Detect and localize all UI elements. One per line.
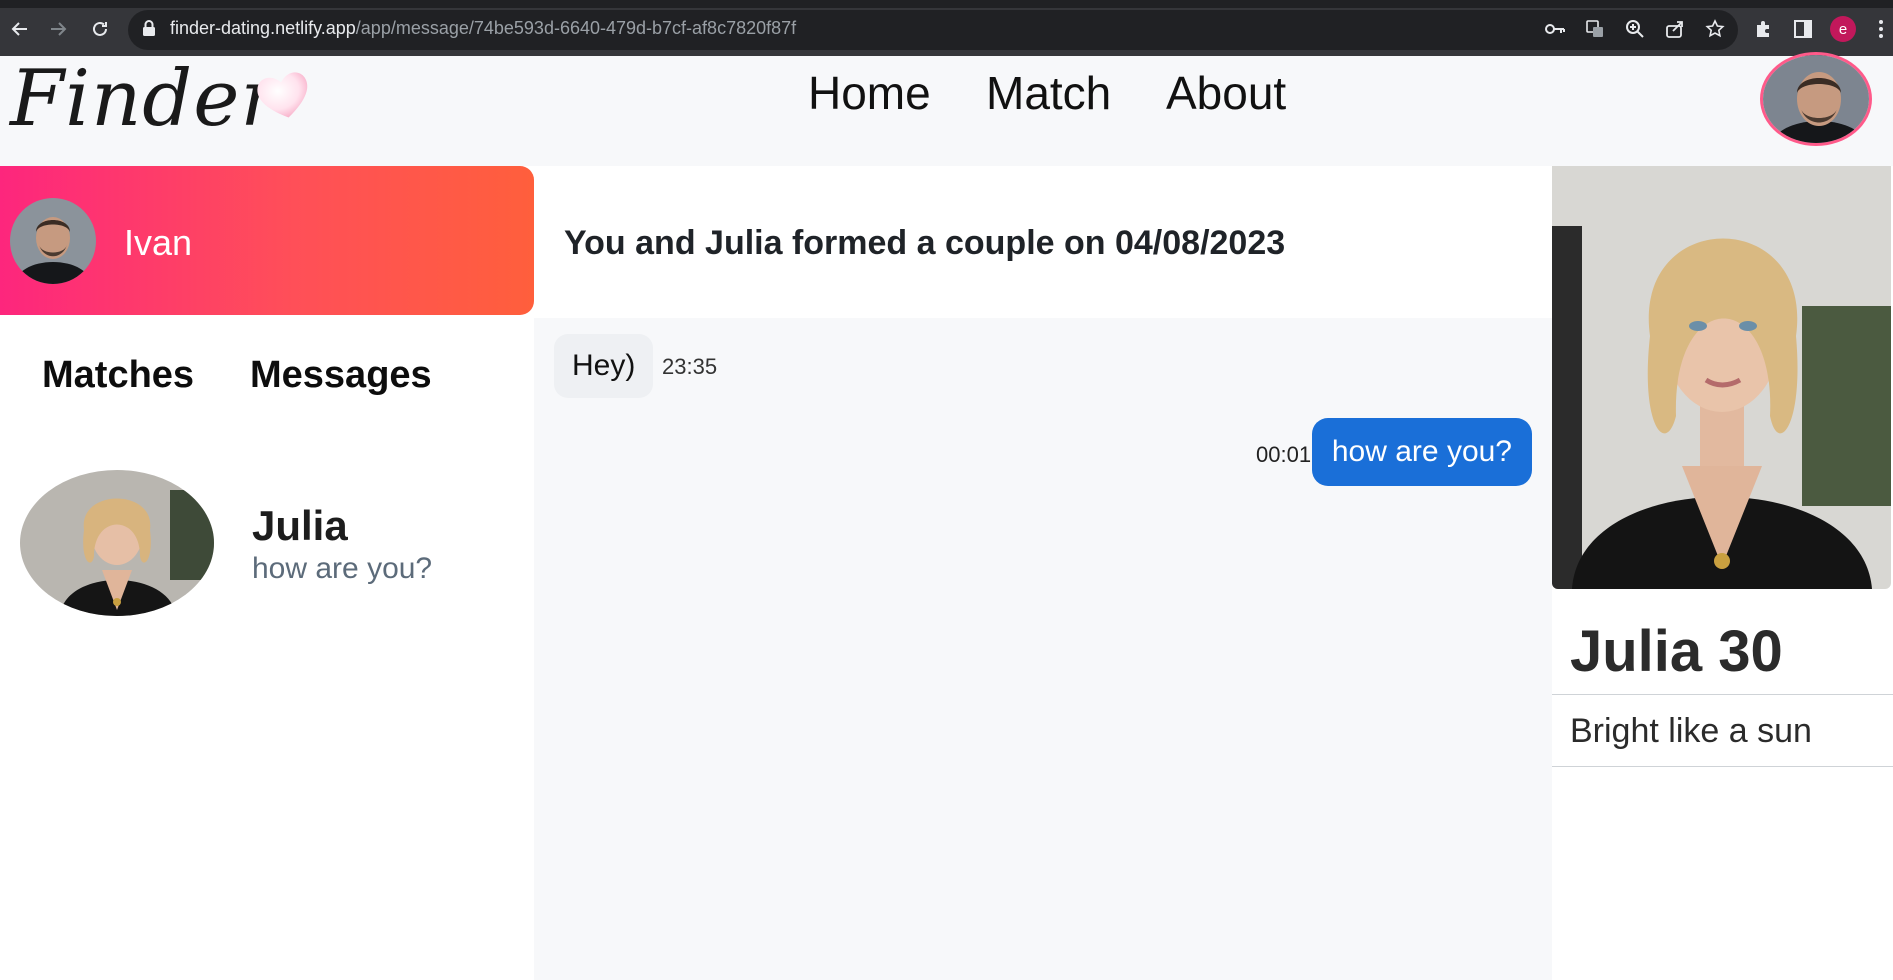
url-path: /app/message/74be593d-6640-479d-b7cf-af8… (355, 18, 797, 38)
bookmark-star-icon[interactable] (1704, 18, 1726, 40)
lock-icon[interactable] (142, 19, 156, 42)
reload-icon[interactable] (88, 17, 112, 41)
match-name: Julia (252, 502, 348, 549)
message-bubble-outgoing[interactable]: how are you? (1311, 418, 1532, 486)
match-last-message: how are you? (252, 552, 433, 585)
url-host: finder-dating.netlify.app (170, 18, 356, 38)
nav-home[interactable]: Home (808, 66, 931, 120)
sidebar: Ivan Matches Messages Julia how are you? (0, 166, 534, 980)
nav-match[interactable]: Match (986, 66, 1111, 120)
profile-name-age: Julia 30 (1570, 619, 1783, 684)
divider (1552, 766, 1893, 767)
chat-panel: You and Julia formed a couple on 04/08/2… (534, 166, 1552, 980)
url-text[interactable]: finder-dating.netlify.app/app/message/74… (170, 18, 796, 39)
tab-strip (0, 0, 1893, 8)
profile-bio: Bright like a sun (1570, 712, 1812, 750)
message-time: 23:35 (662, 354, 718, 379)
current-user-name: Ivan (124, 222, 193, 263)
divider (1552, 694, 1893, 695)
current-user-avatar[interactable] (10, 198, 96, 284)
menu-dots-icon[interactable] (1870, 18, 1892, 40)
tab-matches[interactable]: Matches (42, 354, 194, 397)
browser-profile-avatar[interactable]: e (1830, 16, 1856, 42)
extensions-icon[interactable] (1752, 18, 1774, 40)
match-avatar[interactable] (20, 470, 214, 616)
message-time: 00:01 (1256, 442, 1312, 467)
forward-icon[interactable] (46, 17, 70, 41)
key-icon[interactable] (1544, 18, 1566, 40)
translate-icon[interactable] (1584, 18, 1606, 40)
side-panel-icon[interactable] (1792, 18, 1814, 40)
zoom-icon[interactable] (1624, 18, 1646, 40)
user-avatar[interactable] (1760, 52, 1872, 146)
message-bubble-incoming[interactable]: Hey) (554, 334, 654, 398)
back-icon[interactable] (8, 17, 32, 41)
current-user-card[interactable]: Ivan (0, 166, 534, 315)
share-icon[interactable] (1664, 18, 1686, 40)
nav-about[interactable]: About (1166, 66, 1286, 120)
couple-notice: You and Julia formed a couple on 04/08/2… (564, 224, 1286, 262)
heart-icon (252, 68, 316, 129)
profile-photo[interactable] (1552, 166, 1891, 589)
profile-panel: Julia 30 Bright like a sun (1552, 166, 1893, 980)
app-logo[interactable]: Finder (10, 54, 279, 144)
chat-header: You and Julia formed a couple on 04/08/2… (534, 166, 1552, 318)
tab-messages[interactable]: Messages (250, 354, 432, 397)
browser-toolbar: finder-dating.netlify.app/app/message/74… (0, 0, 1893, 56)
